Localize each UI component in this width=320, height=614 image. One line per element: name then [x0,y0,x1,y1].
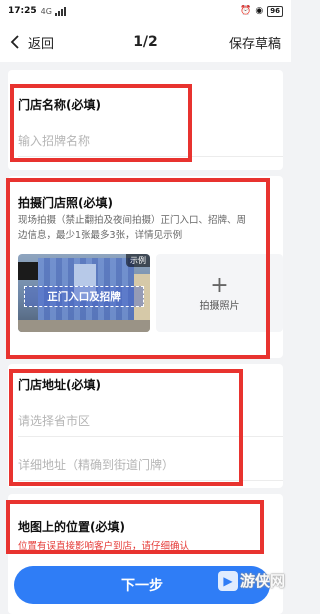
chevron-left-icon [10,35,19,49]
store-name-title: 门店名称(必填) [18,98,101,112]
example-badge: 示例 [126,254,150,267]
region-divider [18,436,283,437]
map-location-warning: 位置有误直接影响客户到店，请仔细确认 [18,541,190,552]
status-right-icons: ⏰ ◉ 96 [240,5,283,17]
plus-icon: + [210,272,229,298]
store-address-title: 门店地址(必填) [18,378,101,392]
save-draft-button[interactable]: 保存草稿 [229,33,281,52]
status-bar: 17:25 4G ⏰ ◉ 96 [0,0,291,22]
store-photo-title: 拍摄门店照(必填) [18,196,113,210]
wifi-icon: ◉ [255,6,264,16]
detail-address-input[interactable]: 详细地址（精确到街道门牌） [18,456,174,473]
top-nav-bar: 返回 1/2 保存草稿 [0,22,291,62]
add-photo-button[interactable]: + 拍摄照片 [156,254,283,332]
watermark: ▶ 游侠网 [217,570,285,591]
store-name-input[interactable]: 输入招牌名称 [18,132,90,149]
store-name-card: 门店名称(必填) 输入招牌名称 [8,70,283,170]
signal-icon [54,6,66,16]
watermark-text: 游侠网 [239,572,285,590]
example-photo[interactable]: 示例 正门入口及招牌 [18,254,150,332]
status-time: 17:25 [8,6,37,16]
store-photo-card: 拍摄门店照(必填) 现场拍摄（禁止翻拍及夜间拍摄）正门入口、招牌、周边信息，最少… [8,176,283,358]
store-photo-description: 现场拍摄（禁止翻拍及夜间拍摄）正门入口、招牌、周边信息，最少1张最多3张，详情见… [18,215,247,241]
watermark-logo-icon: ▶ [217,570,238,591]
network-label: 4G [40,6,52,16]
detail-address-divider [18,480,283,481]
store-name-divider [18,156,283,157]
region-selector[interactable]: 请选择省市区 [18,412,90,429]
add-photo-label: 拍摄照片 [199,300,240,312]
battery-icon: 96 [267,5,283,17]
back-label: 返回 [28,36,55,52]
back-button[interactable]: 返回 [10,33,54,52]
alarm-icon: ⏰ [240,6,252,16]
example-caption: 正门入口及招牌 [24,286,144,307]
store-address-card: 门店地址(必填) 请选择省市区 详细地址（精确到街道门牌） [8,364,283,488]
map-location-title: 地图上的位置(必填) [18,520,125,534]
status-left-icons: 4G [40,6,66,16]
